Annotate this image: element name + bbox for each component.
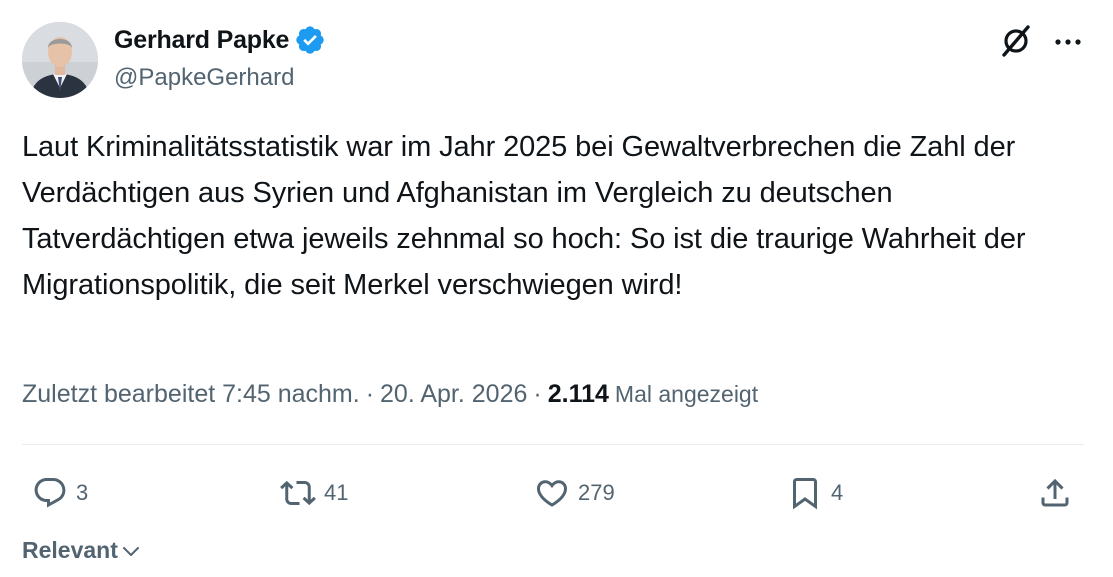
share-icon bbox=[1041, 478, 1069, 507]
tweet-text: Laut Kriminalitätsstatistik war im Jahr … bbox=[22, 131, 1026, 301]
tweet-meta: Zuletzt bearbeitet 7:45 nachm. · 20. Apr… bbox=[22, 380, 758, 409]
retweet-count: 41 bbox=[324, 480, 349, 505]
like-button[interactable]: 279 bbox=[534, 471, 615, 515]
avatar-image bbox=[22, 22, 98, 98]
reply-button[interactable]: 3 bbox=[32, 471, 88, 515]
avatar[interactable] bbox=[22, 22, 98, 98]
views-count: 2.114 bbox=[547, 380, 609, 408]
edited-timestamp[interactable]: Zuletzt bearbeitet 7:45 nachm. bbox=[22, 380, 360, 409]
reply-sort-dropdown[interactable]: Relevant bbox=[22, 537, 141, 564]
bookmark-icon bbox=[793, 478, 817, 510]
retweet-icon bbox=[280, 480, 316, 506]
like-icon bbox=[536, 480, 568, 507]
verified-badge-icon[interactable] bbox=[294, 24, 326, 56]
meta-separator: · bbox=[533, 380, 542, 408]
reply-count: 3 bbox=[76, 480, 89, 505]
bookmark-button[interactable]: 4 bbox=[787, 471, 843, 515]
bookmark-count: 4 bbox=[831, 480, 844, 505]
sort-label: Relevant bbox=[22, 537, 118, 563]
grok-icon[interactable] bbox=[997, 22, 1035, 60]
handle[interactable]: @PapkeGerhard bbox=[114, 64, 294, 92]
like-count: 279 bbox=[578, 480, 615, 505]
share-button[interactable] bbox=[1037, 471, 1073, 515]
views-label: Mal angezeigt bbox=[614, 381, 759, 407]
more-icon[interactable] bbox=[1050, 30, 1086, 54]
author-name-row[interactable]: Gerhard Papke bbox=[114, 24, 326, 56]
meta-separator: · bbox=[365, 380, 375, 408]
chevron-down-icon bbox=[122, 547, 139, 556]
reply-icon bbox=[34, 478, 66, 508]
display-name[interactable]: Gerhard Papke bbox=[114, 26, 289, 55]
divider bbox=[22, 444, 1084, 445]
tweet-date[interactable]: 20. Apr. 2026 bbox=[380, 380, 527, 409]
retweet-button[interactable]: 41 bbox=[280, 471, 348, 515]
